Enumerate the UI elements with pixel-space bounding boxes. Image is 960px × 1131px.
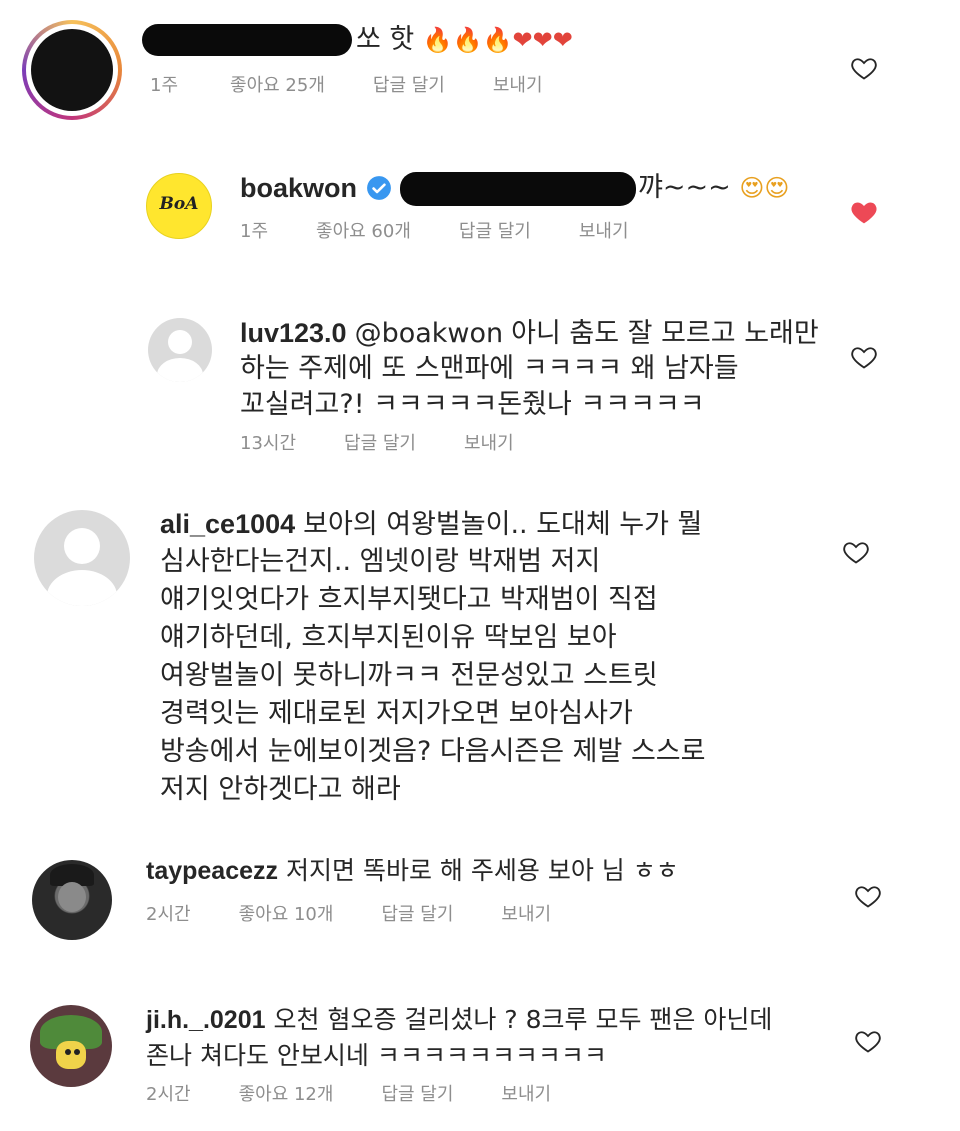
- redaction-text: [400, 172, 636, 206]
- heart-icon[interactable]: [842, 538, 870, 566]
- heart-icon[interactable]: [850, 343, 878, 371]
- send-button[interactable]: 보내기: [501, 1083, 551, 1107]
- reply-button[interactable]: 답글 달기: [459, 220, 531, 244]
- comment-line-4: 얘기하던데, 흐지부지된이유 딱보임 보아: [160, 622, 617, 653]
- username[interactable]: boakwon: [240, 173, 357, 203]
- comment-line-1: ji.h._.0201 오천 혐오증 걸리셨나 ? 8크루 모두 팬은 아닌데: [146, 1002, 772, 1038]
- send-button[interactable]: 보내기: [579, 220, 629, 244]
- reply-button[interactable]: 답글 달기: [381, 903, 453, 927]
- comment-line-2: 하는 주제에 또 스맨파에 ㅋㅋㅋㅋ 왜 남자들: [240, 353, 739, 384]
- reply-button[interactable]: 답글 달기: [373, 74, 445, 98]
- comment-body-line: 꺄~~~ 😍😍: [638, 170, 789, 206]
- comment-body: 오천 혐오증 걸리셨나 ? 8크루 모두 팬은 아닌데: [273, 1005, 773, 1034]
- likes-count[interactable]: 좋아요 25개: [230, 74, 325, 98]
- comment-meta: 1주 좋아요 25개 답글 달기 보내기: [150, 74, 591, 98]
- emoji-row: 😍😍: [739, 174, 790, 202]
- time-label: 1주: [150, 75, 179, 96]
- comment-text: boakwon: [240, 170, 365, 207]
- time-label: 2시간: [146, 1084, 191, 1105]
- comment-line-1: luv123.0 @boakwon 아니 춤도 잘 모르고 노래만: [240, 315, 819, 352]
- username[interactable]: ali_ce1004: [160, 509, 295, 539]
- send-button[interactable]: 보내기: [493, 74, 543, 98]
- emoji-row: 🔥🔥🔥❤❤❤: [422, 26, 573, 54]
- comment-meta: 1주 좋아요 60개 답글 달기 보내기: [240, 220, 677, 244]
- verified-badge-icon: [367, 176, 391, 200]
- comment-body: 아니 춤도 잘 모르고 노래만: [511, 318, 819, 349]
- avatar-logo: BoA: [159, 194, 199, 214]
- reply-button[interactable]: 답글 달기: [344, 432, 416, 456]
- avatar[interactable]: [32, 860, 112, 940]
- comment-body: 꺄~~~: [638, 172, 731, 203]
- comment-line-1: ali_ce1004 보아의 여왕벌놀이.. 도대체 누가 뭘: [160, 506, 702, 543]
- comment-line-6: 경력잇는 제대로된 저지가오면 보아심사가: [160, 698, 633, 729]
- mention-link[interactable]: @boakwon: [355, 318, 504, 349]
- likes-count[interactable]: 좋아요 60개: [316, 220, 411, 244]
- avatar[interactable]: [34, 510, 130, 606]
- avatar[interactable]: [148, 318, 212, 382]
- time-label: 13시간: [240, 433, 297, 454]
- comment-line-7: 방송에서 눈에보이겟음? 다음시즌은 제발 스스로: [160, 736, 706, 767]
- comment-meta: 2시간 좋아요 10개 답글 달기 보내기: [146, 903, 599, 927]
- heart-icon[interactable]: [854, 1027, 882, 1055]
- avatar[interactable]: [22, 20, 122, 120]
- heart-icon[interactable]: [854, 882, 882, 910]
- comment-line-5: 여왕벌놀이 못하니까ㅋㅋ 전문성있고 스트릿: [160, 660, 658, 691]
- comment-body: 보아의 여왕벌놀이.. 도대체 누가 뭘: [303, 509, 703, 540]
- username[interactable]: luv123.0: [240, 318, 347, 348]
- send-button[interactable]: 보내기: [501, 903, 551, 927]
- comment-body: 쏘 핫: [356, 24, 415, 55]
- avatar[interactable]: [30, 1005, 112, 1087]
- send-button[interactable]: 보내기: [464, 432, 514, 456]
- username[interactable]: ji.h._.0201: [146, 1006, 266, 1034]
- reply-button[interactable]: 답글 달기: [381, 1083, 453, 1107]
- comment-line-2: 존나 쳐다도 안보시네 ㅋㅋㅋㅋㅋㅋㅋㅋㅋㅋ: [146, 1041, 607, 1070]
- comment-line-1: taypeacezz 저지면 똑바로 해 주세용 보아 님 ㅎㅎ: [146, 853, 679, 889]
- comment-meta: 2시간 좋아요 12개 답글 달기 보내기: [146, 1083, 599, 1107]
- likes-count[interactable]: 좋아요 12개: [239, 1083, 334, 1107]
- avatar[interactable]: BoA: [146, 173, 212, 239]
- comment-text: 쏘 핫 🔥🔥🔥❤❤❤: [356, 22, 573, 58]
- comment-meta: 13시간 답글 달기 보내기: [240, 432, 562, 456]
- username[interactable]: taypeacezz: [146, 857, 278, 885]
- redaction-username: [142, 24, 352, 56]
- time-label: 1주: [240, 221, 269, 242]
- heart-icon-liked[interactable]: [850, 198, 878, 226]
- comment-line-3: 꼬실려고?! ㅋㅋㅋㅋㅋ돈줬나 ㅋㅋㅋㅋㅋ: [240, 389, 705, 420]
- time-label: 2시간: [146, 904, 191, 925]
- comment-line-8: 저지 안하겟다고 해라: [160, 774, 401, 805]
- likes-count[interactable]: 좋아요 10개: [239, 903, 334, 927]
- comment-line-3: 얘기잇엇다가 흐지부지됏다고 박재범이 직접: [160, 584, 658, 615]
- comment-body: 저지면 똑바로 해 주세용 보아 님 ㅎㅎ: [286, 856, 679, 885]
- heart-icon[interactable]: [850, 54, 878, 82]
- comment-line-2: 심사한다는건지.. 엠넷이랑 박재범 저지: [160, 546, 601, 577]
